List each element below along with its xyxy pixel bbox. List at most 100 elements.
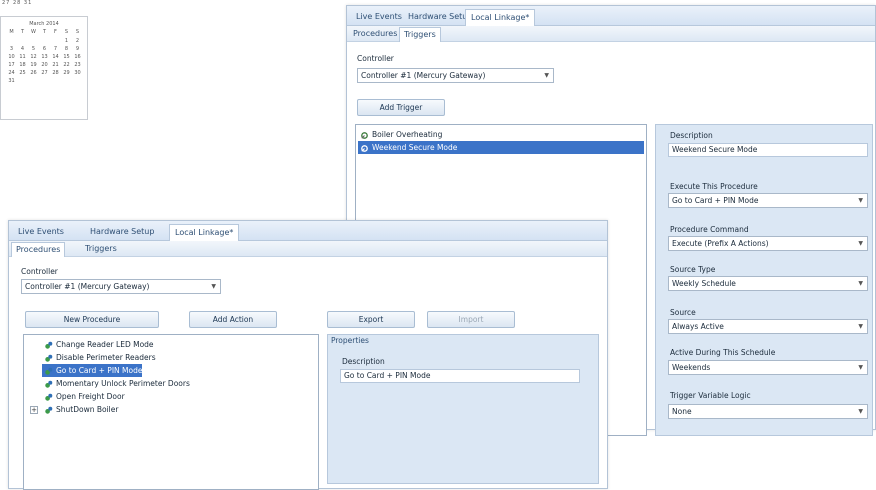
tab-triggers[interactable]: Triggers: [399, 27, 441, 42]
calendar-day[interactable]: 4: [17, 46, 28, 53]
calendar-day[interactable]: 21: [50, 62, 61, 69]
tab-triggers[interactable]: Triggers: [81, 242, 121, 257]
procedure-item[interactable]: ShutDown Boiler: [42, 403, 118, 416]
dropdown-value: Weekends: [672, 363, 711, 372]
calendar-widget: 27 28 31 March 2014 MTWTFSS 1 2 3 4 5 6 7 8 9 10 1…: [0, 0, 90, 120]
detail-label: Active During This Schedule: [670, 348, 776, 357]
controller-dropdown[interactable]: Controller #1 (Mercury Gateway) ▼: [357, 68, 554, 83]
tab-procedures[interactable]: Procedures: [11, 242, 66, 257]
dropdown-value: Go to Card + PIN Mode: [672, 196, 759, 205]
add-action-button[interactable]: Add Action: [189, 311, 277, 328]
calendar-day[interactable]: 29: [61, 70, 72, 77]
calendar-day[interactable]: 31: [6, 78, 17, 85]
calendar-day-header: T: [20, 29, 25, 35]
calendar-day[interactable]: 6: [39, 46, 50, 53]
controller-dropdown[interactable]: Controller #1 (Mercury Gateway) ▼: [21, 279, 221, 294]
procedure-item[interactable]: Momentary Unlock Perimeter Doors: [42, 377, 190, 390]
chevron-down-icon: ▼: [858, 197, 863, 204]
trigger-item-selected[interactable]: Weekend Secure Mode: [358, 141, 644, 154]
procedure-item-selected[interactable]: Go to Card + PIN Mode: [42, 364, 143, 377]
trigger-item[interactable]: Boiler Overheating: [358, 128, 644, 141]
calendar-day-headers: MTWTFSS: [6, 29, 87, 36]
procedure-command-dropdown[interactable]: Execute (Prefix A Actions) ▼: [668, 236, 868, 251]
calendar-day[interactable]: 11: [17, 54, 28, 61]
calendar-day[interactable]: 20: [39, 62, 50, 69]
calendar-day[interactable]: 12: [28, 54, 39, 61]
gears-icon: [45, 393, 53, 401]
tab-hardware-setup[interactable]: Hardware Setup: [85, 224, 159, 241]
calendar-day[interactable]: 18: [17, 62, 28, 69]
execute-procedure-dropdown[interactable]: Go to Card + PIN Mode ▼: [668, 193, 868, 208]
description-label: Description: [342, 357, 385, 366]
calendar-day[interactable]: 8: [61, 46, 72, 53]
description-field[interactable]: Go to Card + PIN Mode: [340, 369, 580, 383]
chevron-down-icon: ▼: [858, 408, 863, 415]
calendar-day[interactable]: 26: [28, 70, 39, 77]
tab-local-linkage[interactable]: Local Linkage*: [169, 224, 240, 241]
procedure-label: ShutDown Boiler: [56, 405, 119, 414]
calendar-day-header: T: [42, 29, 47, 35]
procedure-label: Open Freight Door: [56, 392, 125, 401]
chevron-down-icon: ▼: [211, 283, 216, 290]
calendar-day[interactable]: 17: [6, 62, 17, 69]
calendar-day[interactable]: 3: [6, 46, 17, 53]
gears-icon: [45, 380, 53, 388]
expand-plus-icon[interactable]: +: [30, 406, 38, 414]
calendar-day[interactable]: 28: [50, 70, 61, 77]
calendar-day[interactable]: 10: [6, 54, 17, 61]
add-trigger-button[interactable]: Add Trigger: [357, 99, 445, 116]
detail-label: Procedure Command: [670, 225, 749, 234]
sub-tab-bar: Procedures Triggers: [347, 26, 875, 42]
calendar-day[interactable]: 22: [61, 62, 72, 69]
trigger-label: Boiler Overheating: [372, 130, 443, 139]
schedule-dropdown[interactable]: Weekends ▼: [668, 360, 868, 375]
tab-local-linkage[interactable]: Local Linkage*: [465, 9, 536, 26]
calendar-day: [28, 38, 39, 45]
description-field[interactable]: Weekend Secure Mode: [668, 143, 868, 157]
trigger-details-panel: Description Weekend Secure Mode Execute …: [655, 124, 873, 436]
chevron-down-icon: ▼: [858, 280, 863, 287]
calendar-day[interactable]: 13: [39, 54, 50, 61]
controller-value: Controller #1 (Mercury Gateway): [361, 71, 486, 80]
calendar-day[interactable]: 27: [39, 70, 50, 77]
properties-panel: Properties Description Go to Card + PIN …: [327, 334, 599, 484]
procedure-item[interactable]: Open Freight Door: [42, 390, 125, 403]
new-procedure-button[interactable]: New Procedure: [25, 311, 159, 328]
detail-label: Trigger Variable Logic: [670, 391, 751, 400]
gears-icon: [45, 406, 53, 414]
tab-procedures[interactable]: Procedures: [349, 27, 401, 42]
tab-live-events[interactable]: Live Events: [13, 224, 69, 241]
calendar-day[interactable]: 9: [72, 46, 83, 53]
procedure-tree: Change Reader LED Mode Disable Perimeter…: [23, 334, 319, 490]
detail-label: Description: [670, 131, 713, 140]
dropdown-value: Always Active: [672, 322, 724, 331]
calendar-day[interactable]: 16: [72, 54, 83, 61]
calendar-day[interactable]: 14: [50, 54, 61, 61]
calendar-day[interactable]: 24: [6, 70, 17, 77]
calendar-day: [50, 38, 61, 45]
export-button[interactable]: Export: [327, 311, 415, 328]
calendar-day[interactable]: 1: [61, 38, 72, 45]
source-type-dropdown[interactable]: Weekly Schedule ▼: [668, 276, 868, 291]
source-dropdown[interactable]: Always Active ▼: [668, 319, 868, 334]
calendar-day[interactable]: 30: [72, 70, 83, 77]
procedure-item[interactable]: Disable Perimeter Readers: [42, 351, 156, 364]
calendar-day: [6, 38, 17, 45]
calendar-day[interactable]: 5: [28, 46, 39, 53]
calendar-day[interactable]: 2: [72, 38, 83, 45]
calendar-day[interactable]: 23: [72, 62, 83, 69]
detail-label: Source: [670, 308, 696, 317]
procedure-label: Disable Perimeter Readers: [56, 353, 156, 362]
calendar-day[interactable]: 25: [17, 70, 28, 77]
calendar-day[interactable]: 19: [28, 62, 39, 69]
properties-title: Properties: [331, 336, 369, 345]
dropdown-value: Execute (Prefix A Actions): [672, 239, 769, 248]
detail-label: Source Type: [670, 265, 716, 274]
procedure-item[interactable]: Change Reader LED Mode: [42, 338, 154, 351]
import-button: Import: [427, 311, 515, 328]
chevron-down-icon: ▼: [544, 72, 549, 79]
calendar-day[interactable]: 7: [50, 46, 61, 53]
tab-live-events[interactable]: Live Events: [351, 9, 407, 26]
calendar-day[interactable]: 15: [61, 54, 72, 61]
variable-logic-dropdown[interactable]: None ▼: [668, 404, 868, 419]
